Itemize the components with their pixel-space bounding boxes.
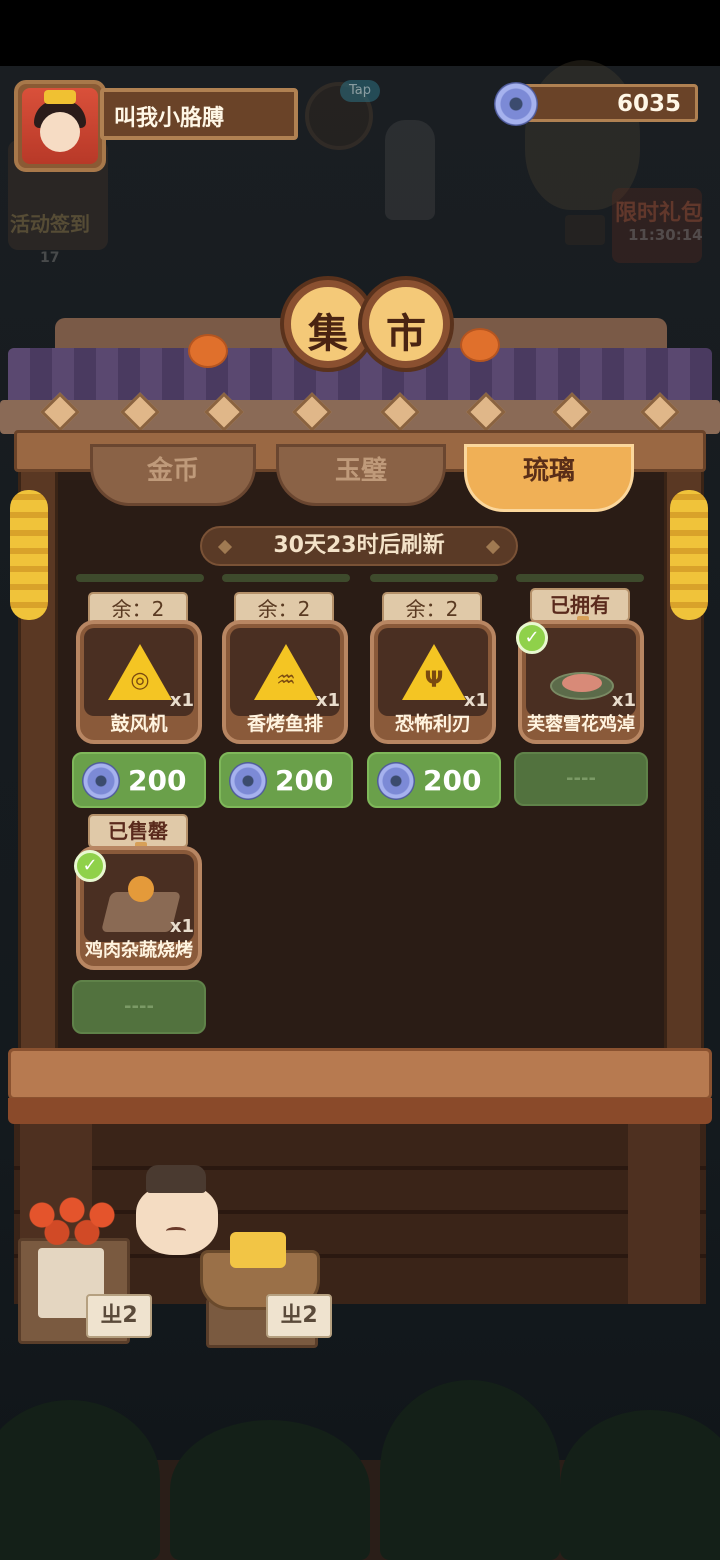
tab-jade[interactable]: 玉璧 (276, 444, 446, 506)
row-divider (76, 574, 204, 582)
item-multiplier: x1 (611, 690, 636, 711)
item-card[interactable]: Ψ x1 恐怖利刃 (370, 620, 496, 744)
market-sign-char: 集 (308, 311, 348, 357)
market-item[interactable]: 余：2 ♒ x1 香烤鱼排 (222, 592, 356, 752)
glaze-coin-icon (229, 762, 267, 800)
vendor-face (136, 1185, 218, 1255)
price-value: 200 (128, 764, 187, 797)
price-value: 200 (275, 764, 334, 797)
unavailable-button: ---- (72, 980, 206, 1034)
gift-timer: 11:30:14 (628, 226, 703, 244)
player-name: 叫我小胳膊 (114, 106, 225, 131)
price-value: 200 (423, 764, 482, 797)
tap-label: Tap (340, 80, 380, 102)
market-sign-right: 市 (362, 280, 450, 368)
item-multiplier: x1 (315, 690, 340, 711)
whirlwind-glyph: ◎ (130, 668, 150, 693)
refresh-bar-ornament (485, 539, 501, 555)
corn-decoration-icon (670, 490, 708, 620)
palm-tree-icon (170, 1420, 370, 1560)
item-card[interactable]: ◎ x1 鼓风机 (76, 620, 202, 744)
item-multiplier: x1 (169, 916, 194, 937)
item-name: 鼓风机 (110, 713, 168, 735)
item-name: 鸡肉杂蔬烧烤 (85, 940, 193, 961)
market-item[interactable]: 已拥有 x1 芙蓉雪花鸡淖 (518, 588, 652, 752)
unavailable-button: ---- (514, 752, 648, 806)
item-name: 香烤鱼排 (246, 713, 323, 735)
avatar-face (40, 112, 80, 152)
buy-button[interactable]: 200 (367, 752, 501, 808)
tofu-icon (230, 1232, 286, 1268)
item-name: 芙蓉雪花鸡淖 (527, 714, 635, 735)
item-multiplier: x1 (169, 690, 194, 711)
tab-gold[interactable]: 金币 (90, 444, 256, 506)
status-bar (0, 0, 720, 66)
refresh-bar-ornament (217, 539, 233, 555)
check-icon: ✓ (74, 850, 106, 882)
counter-plank (14, 1166, 706, 1170)
glaze-coin-icon (494, 82, 538, 126)
refresh-timer-text: 30天23时后刷新 (273, 533, 445, 558)
buy-button[interactable]: 200 (72, 752, 206, 808)
gift-label: 限时礼包 (615, 201, 704, 226)
counter-post (628, 1124, 700, 1304)
vendor-hat (146, 1165, 206, 1193)
palm-tree-icon (560, 1410, 720, 1560)
palm-tree-icon (380, 1380, 560, 1560)
market-sign-char: 市 (386, 311, 426, 357)
row-divider (516, 574, 644, 582)
bird-statue-icon (385, 120, 435, 220)
corn-decoration-icon (10, 490, 48, 620)
balloon-basket-icon (565, 215, 605, 245)
glaze-coin-icon (377, 762, 415, 800)
dish-food (562, 674, 602, 692)
row-divider (222, 574, 350, 582)
avatar[interactable] (14, 80, 106, 172)
skewer-food (128, 876, 154, 902)
price-card: ㄓ2 (266, 1294, 332, 1338)
counter-edge (8, 1098, 712, 1124)
glaze-coin-icon (82, 762, 120, 800)
refresh-timer-bar: 30天23时后刷新 (200, 526, 518, 566)
fish-glyph: ♒ (276, 668, 296, 693)
row-divider (370, 574, 498, 582)
price-placeholder: ---- (124, 996, 154, 1017)
tab-label: 琉璃 (522, 456, 575, 486)
check-icon: ✓ (516, 622, 548, 654)
market-item[interactable]: 余：2 Ψ x1 恐怖利刃 (370, 592, 504, 752)
activity-label: 活动签到 (10, 212, 90, 236)
currency-plate: 6035 (520, 84, 698, 122)
buy-button[interactable]: 200 (219, 752, 353, 808)
item-card[interactable]: ♒ x1 香烤鱼排 (222, 620, 348, 744)
price-card: ㄓ2 (86, 1294, 152, 1338)
avatar-hat (44, 90, 76, 104)
tomato-pile-icon (22, 1195, 122, 1245)
item-name: 恐怖利刃 (394, 713, 471, 735)
item-multiplier: x1 (463, 690, 488, 711)
persimmon-icon (188, 334, 228, 368)
tab-label: 金币 (146, 456, 199, 486)
player-name-plate: 叫我小胳膊 (100, 88, 298, 140)
market-item[interactable]: 余：2 ◎ x1 鼓风机 (76, 592, 210, 752)
market-item[interactable]: 已售罄 x1 鸡肉杂蔬烧烤 (76, 814, 210, 978)
tab-label: 玉璧 (334, 456, 387, 486)
tab-glaze[interactable]: 琉璃 (464, 444, 634, 512)
persimmon-icon (460, 328, 500, 362)
roof-eave (0, 400, 720, 434)
price-placeholder: ---- (566, 768, 596, 789)
vendor-mouth (166, 1227, 186, 1235)
claw-glyph: Ψ (424, 668, 444, 693)
currency-value: 6035 (616, 91, 681, 117)
activity-count: 17 (40, 250, 60, 266)
counter-top (8, 1048, 712, 1100)
market-sign-left: 集 (284, 280, 372, 368)
